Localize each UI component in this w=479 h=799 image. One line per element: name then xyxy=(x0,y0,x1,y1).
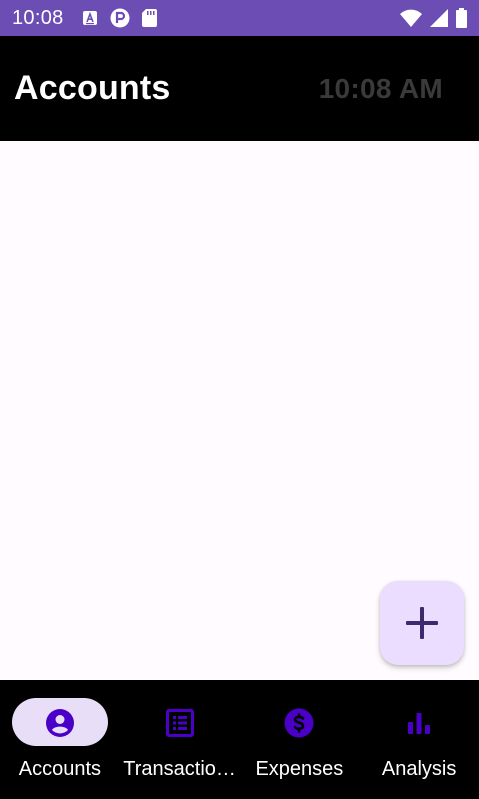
status-left-icons xyxy=(82,8,157,28)
sd-card-icon xyxy=(141,9,157,27)
nav-label-accounts: Accounts xyxy=(18,758,101,780)
cell-signal-icon xyxy=(430,9,448,27)
nav-item-accounts[interactable]: Accounts xyxy=(0,680,120,799)
nav-label-expenses: Expenses xyxy=(255,758,344,780)
page-title: Accounts xyxy=(14,69,171,107)
status-bar: 10:08 xyxy=(0,0,479,36)
circle-p-icon xyxy=(110,8,130,28)
plus-icon xyxy=(406,607,438,639)
wifi-icon xyxy=(400,9,422,27)
dollar-circle-icon xyxy=(284,708,314,738)
nav-label-transactions: Transactio… xyxy=(123,758,236,780)
add-account-button[interactable] xyxy=(380,581,464,665)
list-icon xyxy=(165,708,195,738)
nav-item-analysis[interactable]: Analysis xyxy=(359,680,479,799)
nav-item-expenses[interactable]: Expenses xyxy=(240,680,360,799)
bar-chart-icon xyxy=(404,708,434,738)
app-screen: 10:08 Accounts 10:08 AM Accounts Transac… xyxy=(0,0,479,799)
battery-icon xyxy=(456,8,467,28)
status-time: 10:08 xyxy=(12,6,64,29)
a-notification-icon xyxy=(82,10,98,26)
bottom-navigation: Accounts Transactio… Expenses Analysis xyxy=(0,680,479,799)
nav-label-analysis: Analysis xyxy=(381,758,457,780)
account-circle-icon xyxy=(45,708,75,738)
clock-text: 10:08 AM xyxy=(318,72,443,104)
app-bar: Accounts 10:08 AM xyxy=(0,36,479,141)
status-right-icons xyxy=(400,8,467,28)
nav-item-transactions[interactable]: Transactio… xyxy=(120,680,240,799)
